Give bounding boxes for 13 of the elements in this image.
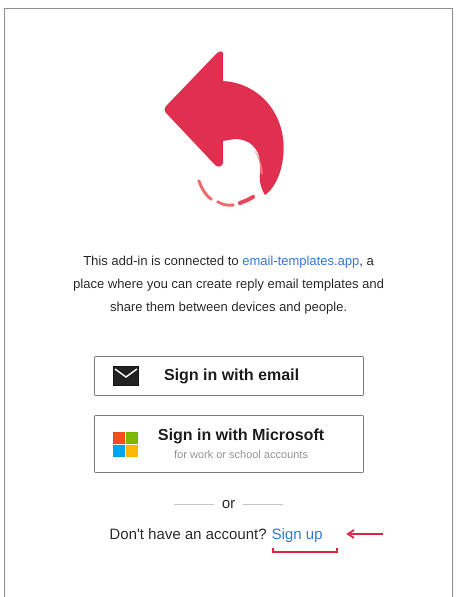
email-sign-in-button[interactable]: Sign in with email [94,356,364,396]
intro-text: This add-in is connected to email-templates.app, a place where you can create reply email templates and share them between devices and people. [72,252,385,316]
button-title: Sign in with Microsoft [158,426,324,446]
separator-text: or [222,494,236,514]
signup-prompt: Don't have an account? [109,524,267,544]
microsoft-sign-in-button[interactable]: Sign in with Microsoft for work or school accounts [94,415,364,473]
website-link[interactable]: email-templates.app [242,253,360,268]
button-subtitle: for work or school accounts [174,448,308,463]
sign-up-link[interactable]: Sign up [272,524,338,546]
windows-logo-icon [112,432,138,456]
underline-bracket [272,548,338,553]
pointer-arrow [346,528,384,538]
envelope-icon [112,366,138,386]
